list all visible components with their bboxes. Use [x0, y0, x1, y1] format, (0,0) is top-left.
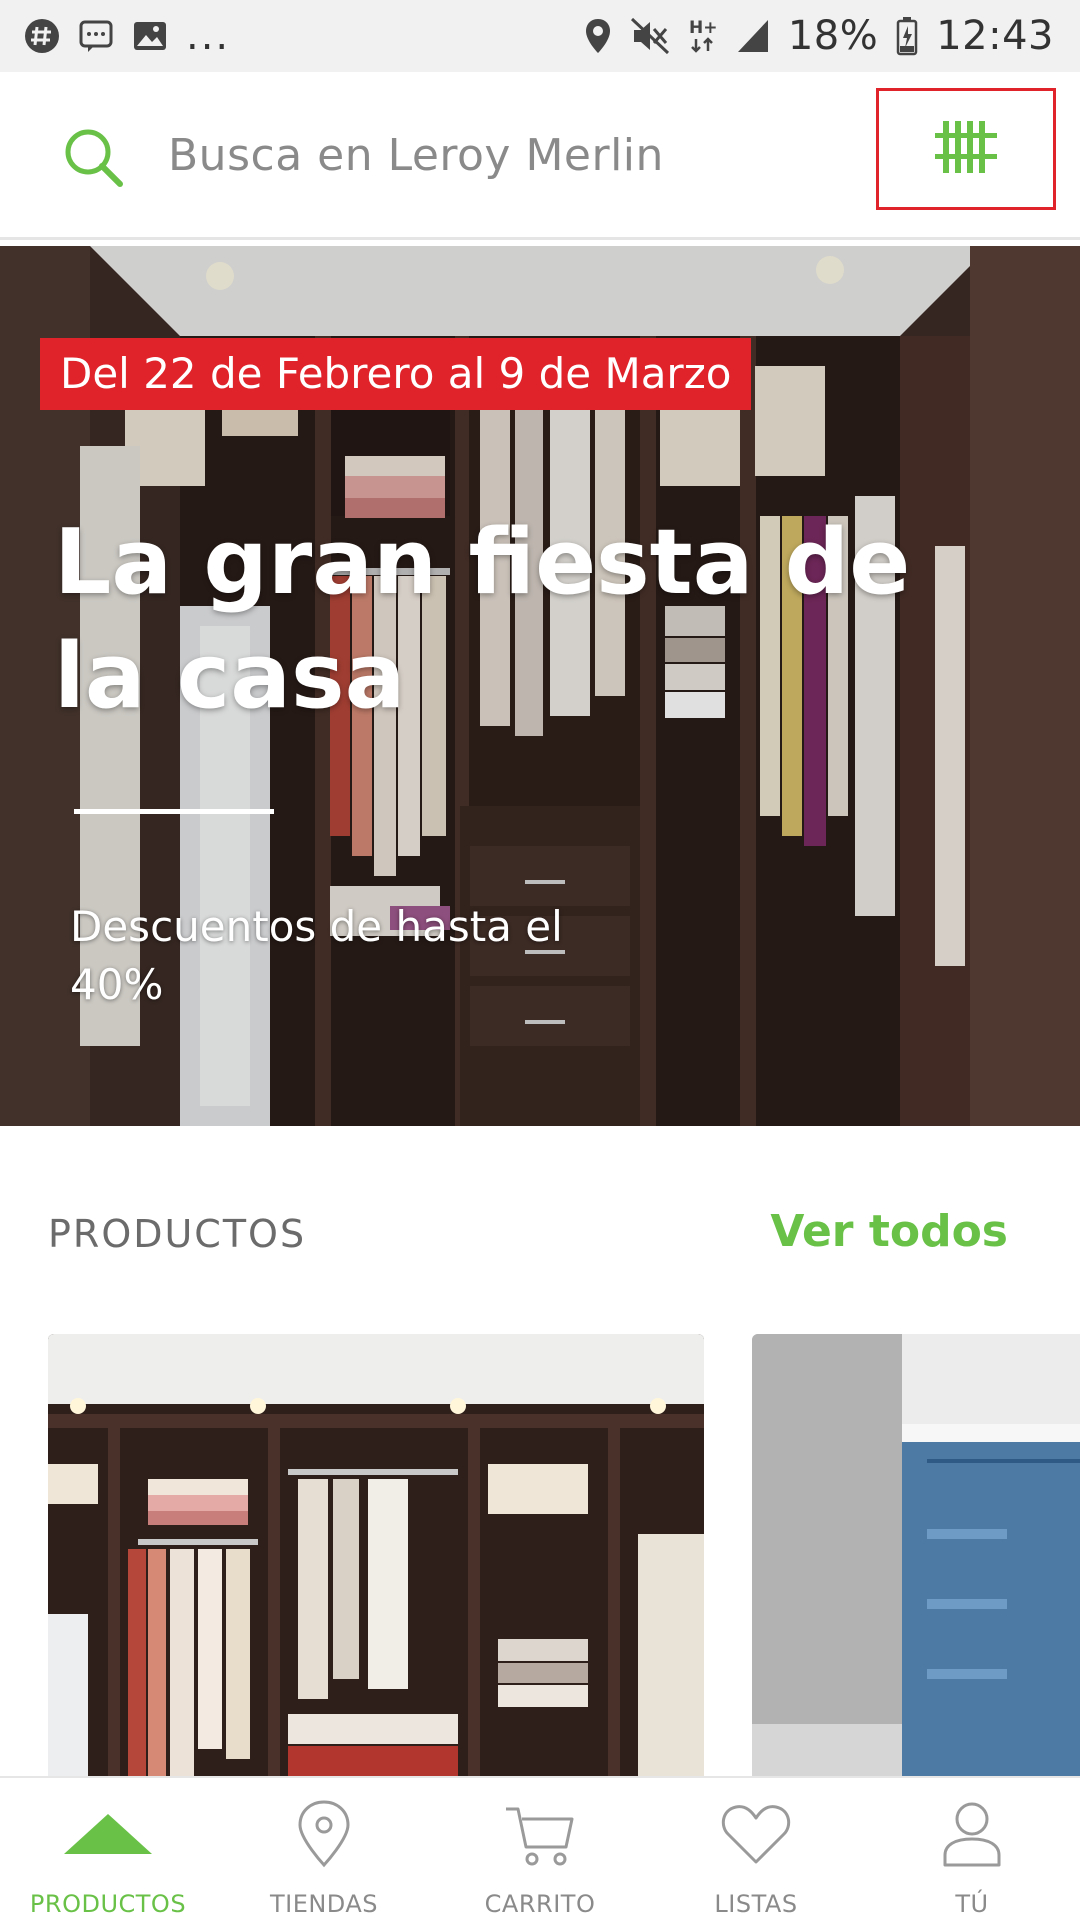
nav-carrito[interactable]: CARRITO [432, 1778, 648, 1920]
notification-area: ... [24, 13, 230, 59]
nav-productos[interactable]: PRODUCTOS [0, 1778, 216, 1920]
nav-label: TIENDAS [269, 1890, 379, 1918]
nav-label: LISTAS [714, 1890, 798, 1918]
location-icon [584, 17, 612, 55]
battery-percent: 18% [787, 13, 879, 59]
hplus-icon: H+ [688, 17, 718, 55]
search-input[interactable]: Busca en Leroy Merlin [168, 130, 664, 181]
product-image [48, 1334, 704, 1784]
heart-icon [720, 1796, 792, 1872]
image-icon [132, 18, 168, 54]
nav-label: CARRITO [484, 1890, 596, 1918]
cart-icon [504, 1796, 576, 1872]
battery-icon [896, 16, 918, 56]
home-triangle-icon [62, 1796, 154, 1872]
clock: 12:43 [936, 13, 1054, 59]
hashtag-icon [24, 18, 60, 54]
search-icon[interactable] [62, 126, 126, 190]
barcode-icon [935, 121, 997, 177]
nav-label: TÚ [955, 1890, 989, 1918]
message-icon [78, 18, 114, 54]
bottom-nav: PRODUCTOS TIENDAS CARRITO LISTAS TÚ [0, 1776, 1080, 1920]
promo-date-badge: Del 22 de Febrero al 9 de Marzo [40, 338, 752, 410]
status-bar: ... H+ 18% 12:43 [0, 0, 1080, 72]
nav-listas[interactable]: LISTAS [648, 1778, 864, 1920]
location-pin-icon [294, 1796, 354, 1872]
product-image [752, 1334, 1080, 1784]
products-heading: PRODUCTOS [48, 1212, 307, 1256]
nav-tu[interactable]: TÚ [864, 1778, 1080, 1920]
product-card[interactable] [48, 1334, 704, 1784]
svg-text:H+: H+ [689, 18, 717, 38]
promo-divider [74, 809, 274, 814]
promo-banner[interactable]: Del 22 de Febrero al 9 de Marzo La gran … [0, 246, 1080, 1126]
mute-icon [630, 17, 670, 55]
promo-title: La gran fiesta de la casa [54, 510, 911, 729]
nav-label: PRODUCTOS [29, 1890, 187, 1918]
nav-tiendas[interactable]: TIENDAS [216, 1778, 432, 1920]
barcode-scan-button[interactable] [876, 88, 1056, 210]
see-all-link[interactable]: Ver todos [770, 1206, 1008, 1257]
search-header: Busca en Leroy Merlin [0, 72, 1080, 240]
promo-subtitle: Descuentos de hasta el 40% [70, 902, 563, 1009]
product-card[interactable] [752, 1334, 1080, 1784]
user-icon [941, 1796, 1003, 1872]
signal-icon [736, 18, 770, 54]
system-status: H+ 18% 12:43 [584, 13, 1054, 59]
more-notifications: ... [186, 13, 231, 59]
